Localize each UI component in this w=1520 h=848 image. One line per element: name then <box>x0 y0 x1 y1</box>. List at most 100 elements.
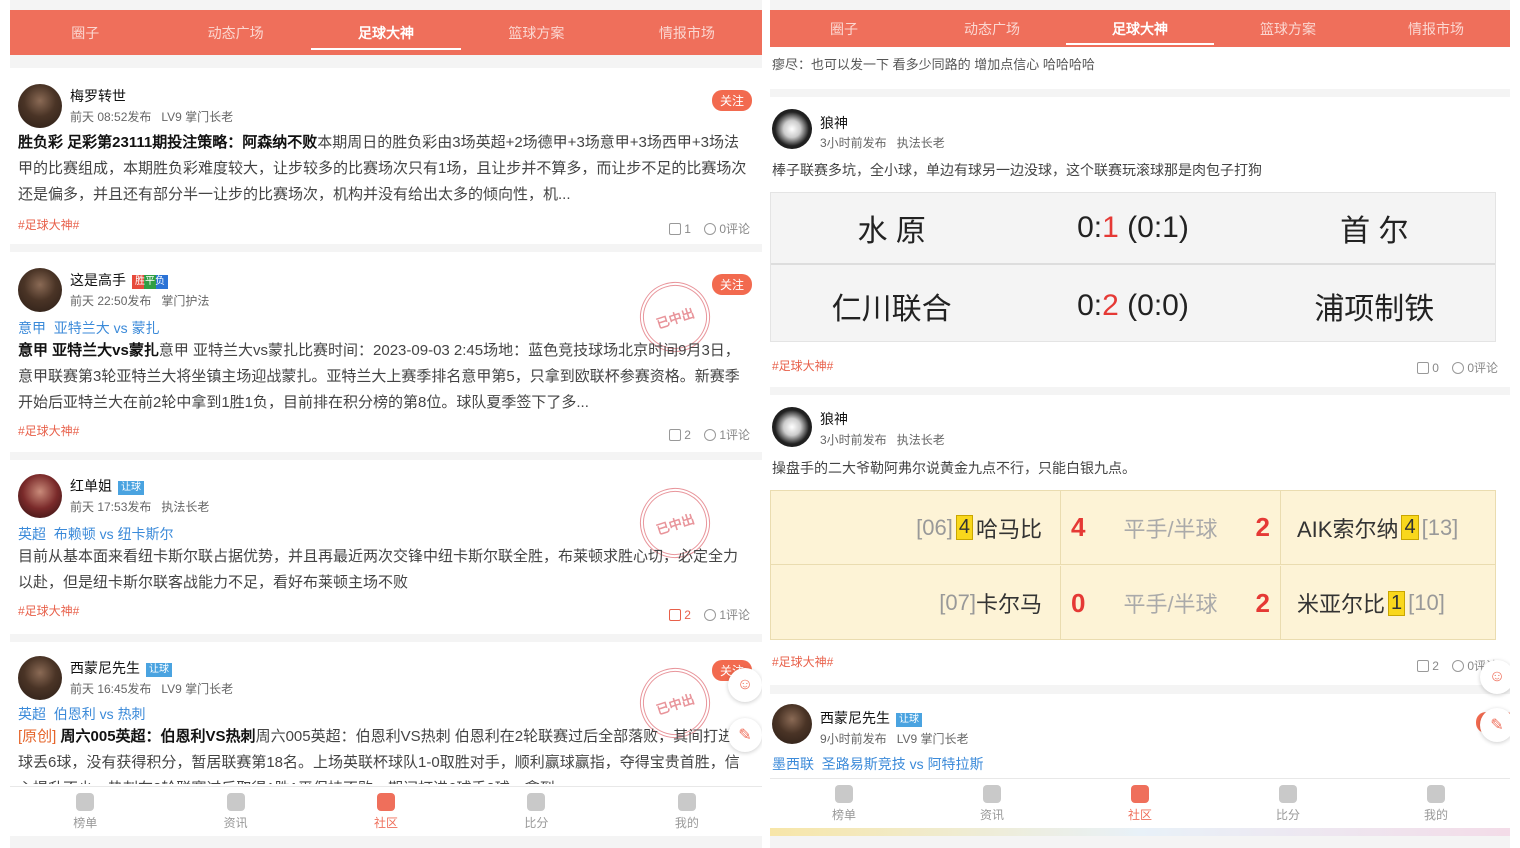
tab-intel-market[interactable]: 情报市场 <box>612 10 762 55</box>
post-body[interactable]: 胜负彩 足彩第23111期投注策略：阿森纳不败本期周日的胜负彩由3场英超+2场德… <box>18 130 748 210</box>
trophy-icon <box>835 784 853 803</box>
topic-tag[interactable]: #足球大神# <box>18 422 79 439</box>
follow-button[interactable]: 关注 <box>711 90 752 111</box>
comment-button[interactable]: 1评论 <box>704 608 750 622</box>
top-tab-bar: 圈子 动态广场 足球大神 篮球方案 情报市场 <box>10 10 762 55</box>
user-badge: 让球 <box>896 713 922 727</box>
post-body[interactable]: 瘳尽：也可以发一下 看多少同路的 增加点信心 哈哈哈哈 <box>772 52 1496 78</box>
nav-news[interactable]: 资讯 <box>918 779 1066 828</box>
post-meta: 前天 17:53发布 执法长老 <box>70 500 210 514</box>
post-meta: 前天 22:50发布 掌门护法 <box>70 294 210 308</box>
pitch-icon <box>527 792 546 811</box>
comment-icon <box>1452 362 1465 374</box>
user-badge: 胜平负 <box>132 275 168 289</box>
tab-basketball-plan[interactable]: 篮球方案 <box>1214 10 1362 47</box>
avatar[interactable] <box>18 84 62 128</box>
edit-icon[interactable]: ✎ <box>1480 708 1510 742</box>
top-tab-bar: 圈子 动态广场 足球大神 篮球方案 情报市场 <box>770 10 1510 47</box>
post-body[interactable]: 操盘手的二大爷勒阿弗尔说黄金九点不行，只能白银九点。 <box>772 455 1496 481</box>
person-icon[interactable]: ☺ <box>1480 660 1510 694</box>
topic-tag[interactable]: #足球大神# <box>18 602 79 619</box>
person-icon[interactable]: ☺ <box>728 668 762 702</box>
user-icon <box>677 792 696 811</box>
post-meta: 3小时前发布 执法长老 <box>820 136 945 150</box>
comment-button[interactable]: 0评论 <box>704 222 750 236</box>
home-icon <box>226 792 245 811</box>
post-body[interactable]: [原创] 周六005英超：伯恩利VS热刺周六005英超：伯恩利VS热刺 伯恩利在… <box>18 724 748 784</box>
avatar[interactable] <box>18 656 62 700</box>
post-meta: 3小时前发布 执法长老 <box>820 433 945 447</box>
post-body[interactable]: 棒子联赛多坑，全小球，单边有球另一边没球，这个联赛玩滚球那是肉包子打狗 <box>772 157 1496 183</box>
right-screen: 圈子 动态广场 足球大神 篮球方案 情报市场 瘳尽：也可以发一下 看多少同路的 … <box>770 0 1510 848</box>
score-row: 水 原 0:1 (0:1) 首 尔 <box>771 193 1495 265</box>
tab-basketball-plan[interactable]: 篮球方案 <box>461 10 611 55</box>
avatar[interactable] <box>772 407 812 447</box>
username[interactable]: 西蒙尼先生 让球 <box>70 658 172 678</box>
topic-tag[interactable]: #足球大神# <box>772 357 833 374</box>
post-card[interactable]: 梅罗转世 前天 08:52发布 LV9 掌门长老 关注 胜负彩 足彩第23111期… <box>10 68 762 244</box>
username[interactable]: 红单姐 让球 <box>70 476 144 496</box>
thumb-up-icon <box>669 223 682 235</box>
match-link[interactable]: 墨西联 圣路易斯竞技 vs 阿特拉斯 <box>772 754 984 774</box>
post-stats: 2 1评论 <box>669 426 750 443</box>
post-card[interactable]: 狼神 3小时前发布 执法长老 棒子联赛多坑，全小球，单边有球另一边没球，这个联赛玩… <box>770 97 1510 387</box>
user-badge: 让球 <box>146 663 172 677</box>
match-link[interactable]: 英超 布赖顿 vs 纽卡斯尔 <box>18 524 174 544</box>
like-button[interactable]: 2 <box>1417 659 1439 673</box>
match-link[interactable]: 英超 伯恩利 vs 热刺 <box>18 704 146 724</box>
comment-button[interactable]: 1评论 <box>704 428 750 442</box>
avatar[interactable] <box>18 268 62 312</box>
tab-circle[interactable]: 圈子 <box>10 10 160 55</box>
username[interactable]: 狼神 <box>820 113 848 133</box>
avatar[interactable] <box>772 109 812 149</box>
tab-football-master[interactable]: 足球大神 <box>1066 10 1214 47</box>
tab-feed[interactable]: 动态广场 <box>160 10 310 55</box>
avatar[interactable] <box>18 474 62 518</box>
post-body[interactable]: 意甲 亚特兰大vs蒙扎意甲 亚特兰大vs蒙扎比赛时间：2023-09-03 2:… <box>18 338 748 418</box>
username[interactable]: 梅罗转世 <box>70 86 126 106</box>
topic-tag[interactable]: #足球大神# <box>772 653 833 670</box>
thumb-up-icon <box>669 429 682 441</box>
home-icon <box>983 784 1001 803</box>
nav-scores[interactable]: 比分 <box>461 787 611 836</box>
comment-icon <box>704 429 717 441</box>
username[interactable]: 这是高手 胜平负 <box>70 270 168 290</box>
nav-news[interactable]: 资讯 <box>160 787 310 836</box>
bottom-gradient-strip <box>770 828 1510 836</box>
post-card[interactable]: 西蒙尼先生让球 9小时前发布LV9 掌门长老 关注 墨西联 圣路易斯竞技 vs … <box>770 694 1510 784</box>
tab-football-master[interactable]: 足球大神 <box>310 10 462 55</box>
post-body[interactable]: 目前从基本面来看纽卡斯尔联占据优势，并且再最近两次交锋中纽卡斯尔联全胜，布莱顿求… <box>18 544 748 598</box>
topic-tag[interactable]: #足球大神# <box>18 216 79 233</box>
nav-mine[interactable]: 我的 <box>612 787 762 836</box>
score-image: 水 原 0:1 (0:1) 首 尔 仁川联合 0:2 (0:0) 浦项制铁 <box>770 192 1496 342</box>
like-button[interactable]: 0 <box>1417 361 1439 375</box>
nav-community[interactable]: 社区 <box>1066 779 1214 828</box>
post-stats: 1 0评论 <box>669 220 750 237</box>
post-card[interactable]: 西蒙尼先生 让球 前天 16:45发布 LV9 掌门长老 关注 已中出 英超 伯恩利… <box>10 642 762 792</box>
post-card[interactable]: 这是高手 胜平负 前天 22:50发布 掌门护法 关注 已中出 意甲 亚特兰大 vs… <box>10 252 762 452</box>
avatar[interactable] <box>772 704 812 744</box>
match-link[interactable]: 意甲 亚特兰大 vs 蒙扎 <box>18 318 160 338</box>
post-card[interactable]: 红单姐 让球 前天 17:53发布 执法长老 已中出 英超 布赖顿 vs 纽卡斯尔 … <box>10 460 762 634</box>
nav-ranking[interactable]: 榜单 <box>10 787 160 836</box>
post-card[interactable]: 狼神 3小时前发布 执法长老 操盘手的二大爷勒阿弗尔说黄金九点不行，只能白银九点。… <box>770 395 1510 685</box>
comment-button[interactable]: 0评论 <box>1452 361 1498 375</box>
edit-icon[interactable]: ✎ <box>728 718 762 752</box>
tab-feed[interactable]: 动态广场 <box>918 10 1066 47</box>
like-button[interactable]: 2 <box>669 608 691 622</box>
username[interactable]: 狼神 <box>820 409 848 429</box>
nav-mine[interactable]: 我的 <box>1362 779 1510 828</box>
tab-circle[interactable]: 圈子 <box>770 10 918 47</box>
like-button[interactable]: 2 <box>669 428 691 442</box>
post-card-partial[interactable]: 瘳尽：也可以发一下 看多少同路的 增加点信心 哈哈哈哈 <box>770 47 1510 89</box>
tab-intel-market[interactable]: 情报市场 <box>1362 10 1510 47</box>
nav-scores[interactable]: 比分 <box>1214 779 1362 828</box>
follow-button[interactable]: 关注 <box>711 274 752 295</box>
bottom-nav: 榜单 资讯 社区 比分 我的 <box>10 786 762 836</box>
nav-community[interactable]: 社区 <box>311 787 461 836</box>
bottom-nav: 榜单 资讯 社区 比分 我的 <box>770 778 1510 828</box>
username[interactable]: 西蒙尼先生 让球 <box>820 708 922 728</box>
like-button[interactable]: 1 <box>669 222 691 236</box>
post-meta: 前天 16:45发布 LV9 掌门长老 <box>70 682 234 696</box>
nav-ranking[interactable]: 榜单 <box>770 779 918 828</box>
